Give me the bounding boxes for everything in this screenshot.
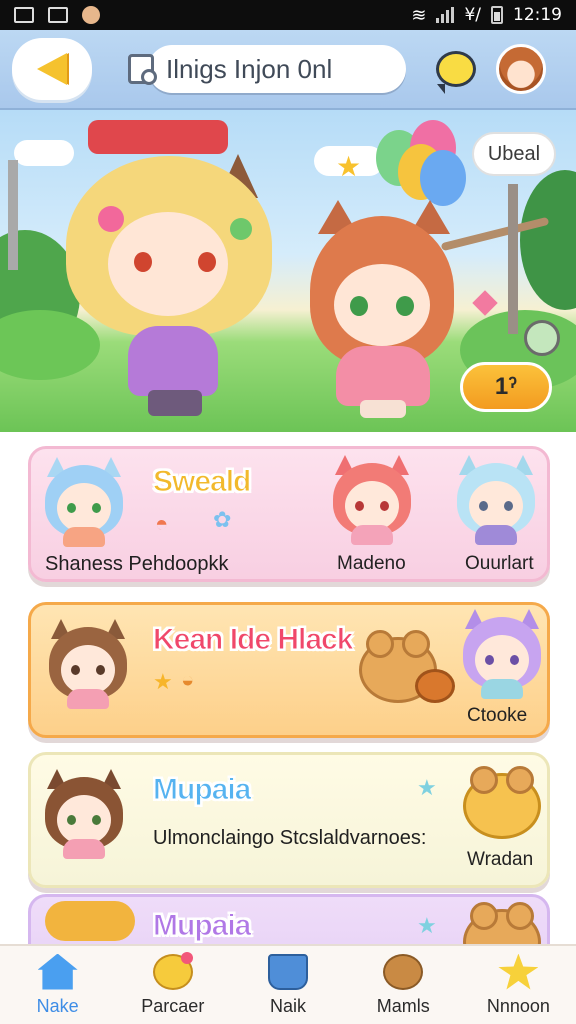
pack-title: Mupaia: [152, 909, 251, 943]
pack-character-avatar: [453, 455, 539, 545]
pack-character-avatar: [41, 457, 127, 547]
status-notification-icons: [14, 6, 100, 24]
sticker-pack-card[interactable]: Mupaia Ulmonclaingo Stcslaldvarnoes: ★ W…: [28, 752, 550, 888]
user-avatar[interactable]: [496, 44, 546, 94]
flower-icon: ✿: [213, 507, 232, 532]
counter-button[interactable]: 1ˀ: [460, 362, 552, 412]
image-notification-icon: [14, 7, 34, 23]
pack-title: Mupaia: [152, 773, 251, 807]
bread-icon: [415, 669, 455, 703]
nav-label: Parcaer: [141, 995, 205, 1016]
pack-label: Madeno: [337, 553, 406, 574]
status-system-icons: ≋ ¥/ 12:19: [411, 5, 562, 26]
signal-text: ¥/: [464, 5, 481, 25]
star-icon: ★: [417, 913, 437, 938]
mascot-redhead-girl: [310, 200, 460, 420]
nav-item-home[interactable]: Nake: [0, 946, 115, 1024]
star-icon: ★: [153, 669, 173, 694]
star-icon: ★: [417, 775, 437, 800]
pack-label: Ouurlart: [465, 553, 534, 574]
nav-label: Nnnoon: [486, 995, 550, 1016]
character-eye: [396, 296, 414, 316]
page-title: Ilnigs Injon 0nl: [166, 53, 333, 84]
chat-bubble-icon: [152, 951, 193, 990]
character-dress: [336, 346, 430, 406]
pack-character-avatar: [41, 769, 127, 859]
character-eye: [198, 252, 216, 272]
status-time: 12:19: [513, 5, 562, 25]
pack-character-avatar: [459, 609, 545, 699]
pack-title: Kean Ide Hlack: [152, 623, 353, 657]
flower-bouquet-icon: [45, 901, 135, 941]
nav-item-bear[interactable]: Mamls: [346, 946, 461, 1024]
hero-banner: ★ Ubeal 1ˀ: [0, 110, 576, 432]
app-notification-icon: [82, 6, 100, 24]
sticker-button[interactable]: Ubeal: [472, 132, 556, 176]
nav-label: Mamls: [376, 995, 430, 1016]
back-button[interactable]: [12, 38, 92, 100]
candy-icon: ◓: [155, 511, 169, 536]
title-search-bar[interactable]: Ilnigs Injon 0nl: [128, 45, 406, 93]
gallery-notification-icon: [48, 7, 68, 23]
chat-icon[interactable]: [436, 51, 476, 94]
pack-subtitle: Shaness Pehdoopkk: [45, 553, 229, 575]
mascot-blonde-girl: [58, 120, 278, 420]
bear-sticker-icon: [463, 766, 541, 839]
character-eye: [350, 296, 368, 316]
pack-label: Ctooke: [467, 705, 528, 726]
pole-decoration: [508, 184, 518, 334]
tree-decoration: [520, 170, 576, 310]
star-icon: [498, 953, 539, 990]
sticker-pack-list: Sweald ◓ ✿ Shaness Pehdoopkk Madeno Ouur…: [0, 432, 576, 1014]
app-screen: ≋ ¥/ 12:19 Ilnigs Injon 0nl ★ Ubeal 1ˀ S…: [0, 0, 576, 1024]
signal-icon: [436, 7, 455, 23]
cup-icon: [268, 953, 308, 990]
search-icon: [128, 54, 157, 85]
home-icon: [37, 953, 78, 990]
pack-subtitle: Ulmonclaingo Stcslaldvarnoes:: [153, 827, 427, 849]
nav-item-star[interactable]: Nnnoon: [461, 946, 576, 1024]
character-legs: [360, 400, 406, 418]
wifi-icon: ≋: [411, 4, 427, 26]
bear-icon: [383, 953, 424, 990]
pack-label: Wradan: [467, 849, 534, 870]
sticker-pack-card[interactable]: Sweald ◓ ✿ Shaness Pehdoopkk Madeno Ouur…: [28, 446, 550, 582]
character-eye: [134, 252, 152, 272]
top-app-bar: Ilnigs Injon 0nl: [0, 30, 576, 110]
flower-decoration: [98, 206, 124, 232]
pack-title: Sweald: [152, 465, 251, 499]
sticker-pack-card[interactable]: Kean Ide Hlack ★ ◒ Ctooke: [28, 602, 550, 738]
nav-item-cup[interactable]: Naik: [230, 946, 345, 1024]
heart-decoration: [472, 290, 498, 316]
battery-icon: [491, 6, 503, 24]
back-arrow-icon: [37, 53, 67, 85]
bow-decoration: [88, 120, 228, 154]
character-legs: [148, 390, 202, 416]
nav-item-chat[interactable]: Parcaer: [115, 946, 230, 1024]
pack-character-avatar: [329, 455, 415, 545]
bottom-navigation: Nake Parcaer Naik Mamls Nnnoon: [0, 944, 576, 1024]
status-bar: ≋ ¥/ 12:19: [0, 0, 576, 30]
pole-decoration: [8, 160, 18, 270]
character-dress: [128, 326, 218, 396]
pastry-icon: ◒: [181, 667, 195, 692]
flower-decoration: [230, 218, 252, 240]
bubble-icon[interactable]: [524, 320, 560, 356]
pack-character-avatar: [45, 619, 131, 709]
nav-label: Nake: [36, 995, 79, 1016]
character-face: [334, 264, 430, 346]
nav-label: Naik: [270, 995, 307, 1016]
star-decoration: ★: [336, 151, 362, 182]
